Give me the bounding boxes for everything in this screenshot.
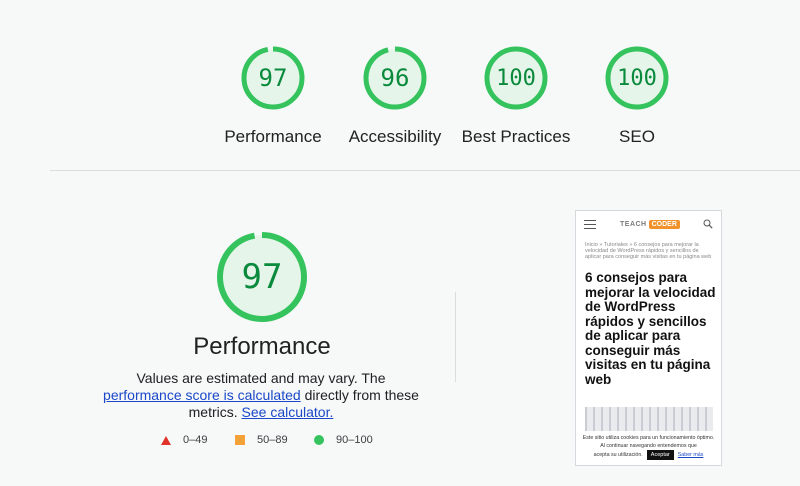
square-icon — [235, 435, 245, 445]
logo-text: CODER — [648, 219, 680, 229]
gauge-label-seo: SEO — [619, 127, 655, 146]
gauge-label-accessibility: Accessibility — [348, 127, 442, 146]
cookie-more-link: Saber más — [677, 452, 704, 458]
section-divider — [50, 170, 800, 171]
legend-item-fail: 0–49 — [161, 434, 207, 446]
score-gauge-seo[interactable]: 100 — [604, 45, 670, 111]
legend-item-pass: 90–100 — [314, 434, 373, 446]
cookie-accept-text: acepta su utilización. — [593, 452, 643, 458]
score-gauge-performance[interactable]: 97 — [240, 45, 306, 111]
page-screenshot-thumbnail[interactable]: TEACH CODER Inicio » Tutoriales » 6 cons… — [575, 210, 722, 466]
post-title: 6 consejos para mejorar la velocidad de … — [585, 270, 716, 387]
cookie-accept-button: Aceptar — [646, 450, 674, 460]
gauge-label-best-practices: Best Practices — [461, 127, 571, 146]
gauge-score: 100 — [496, 65, 536, 91]
menu-icon — [584, 220, 596, 232]
gauge-score: 100 — [617, 65, 657, 91]
legend-item-average: 50–89 — [235, 434, 288, 446]
gauge-score: 97 — [241, 257, 283, 297]
description-text: Values are estimated and may vary. The — [136, 370, 386, 386]
cookie-text: Este sitio utiliza cookies para un funci… — [582, 435, 715, 449]
legend-range: 0–49 — [183, 434, 208, 446]
site-logo: TEACH CODER — [620, 219, 680, 229]
gauge-label-performance: Performance — [224, 127, 322, 146]
gauge-score: 96 — [380, 64, 410, 92]
score-description: Values are estimated and may vary. The p… — [96, 370, 426, 421]
see-calculator-link[interactable]: See calculator. — [242, 404, 334, 420]
circle-icon — [314, 435, 324, 445]
cookie-actions: acepta su utilización. Aceptar Saber más — [576, 450, 721, 460]
gauge-score: 97 — [258, 64, 288, 92]
triangle-icon — [161, 435, 171, 445]
vertical-divider — [455, 292, 456, 382]
score-gauge-accessibility[interactable]: 96 — [362, 45, 428, 111]
performance-score-link[interactable]: performance score is calculated — [103, 387, 301, 403]
cookie-banner: Este sitio utiliza cookies para un funci… — [576, 431, 721, 465]
legend-range: 90–100 — [336, 434, 373, 446]
search-icon — [703, 219, 713, 229]
thumbnail-header: TEACH CODER — [576, 211, 721, 235]
performance-gauge-large: 97 — [215, 230, 309, 324]
logo-text: TEACH — [620, 220, 647, 228]
category-title: Performance — [193, 333, 331, 360]
legend-range: 50–89 — [257, 434, 288, 446]
score-gauge-best-practices[interactable]: 100 — [483, 45, 549, 111]
breadcrumb: Inicio » Tutoriales » 6 consejos para me… — [585, 242, 712, 260]
